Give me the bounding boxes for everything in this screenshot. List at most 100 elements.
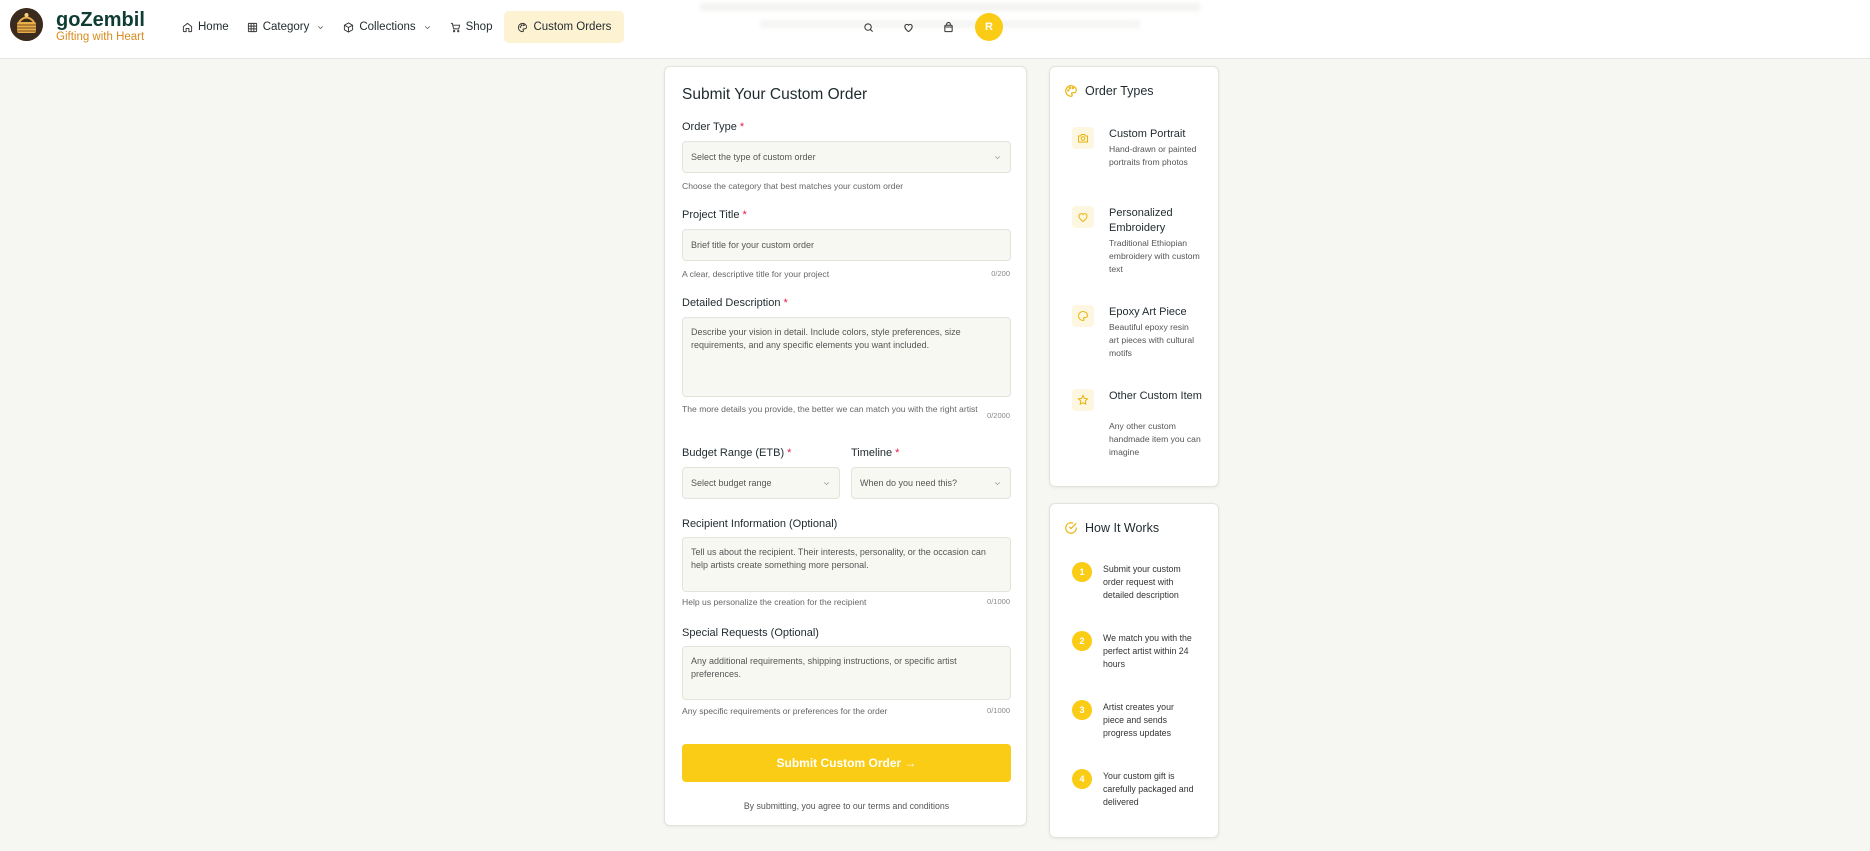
order-type-help: Choose the category that best matches yo… — [682, 181, 904, 191]
special-label: Special Requests (Optional) — [682, 627, 819, 639]
project-title-help: A clear, descriptive title for your proj… — [682, 269, 830, 279]
nav-home[interactable]: Home — [176, 11, 235, 43]
description-label: Detailed Description * — [682, 297, 788, 309]
step-text: Submit your custom order request with de… — [1103, 564, 1181, 600]
order-types-title-text: Order Types — [1085, 84, 1154, 98]
how-it-works-title: How It Works — [1064, 521, 1159, 535]
recipient-help: Help us personalize the creation for the… — [682, 597, 867, 607]
timeline-label: Timeline * — [851, 447, 899, 459]
step-number: 1 — [1072, 562, 1092, 582]
step-text: We match you with the perfect artist wit… — [1103, 633, 1192, 669]
top-header: goZembil Gifting with Heart Home Categor… — [0, 0, 1870, 59]
terms-text: By submitting, you agree to our terms an… — [743, 801, 950, 811]
order-types-title: Order Types — [1064, 84, 1154, 98]
project-title-label: Project Title * — [682, 209, 747, 221]
order-type-desc: Hand-drawn or painted portraits from pho… — [1109, 144, 1197, 167]
step-number: 2 — [1072, 631, 1092, 651]
nav-category[interactable]: Category — [241, 11, 332, 43]
avatar[interactable]: R — [975, 13, 1003, 41]
camera-icon — [1072, 127, 1094, 149]
nav-category-label: Category — [262, 21, 310, 33]
required-mark: * — [742, 209, 747, 221]
box-icon — [343, 21, 354, 33]
description-help: The more details you provide, the better… — [682, 404, 978, 414]
nav-collections[interactable]: Collections — [337, 11, 437, 43]
wishlist-button[interactable] — [893, 14, 923, 40]
recipient-textarea[interactable]: Tell us about the recipient. Their inter… — [682, 537, 1011, 592]
how-it-works-card: How It Works 1 Submit your custom order … — [1049, 503, 1219, 838]
required-mark: * — [739, 121, 745, 133]
submit-button[interactable]: Submit Custom Order → — [682, 744, 1011, 782]
heart-icon — [1072, 206, 1094, 228]
nav-home-label: Home — [198, 21, 229, 33]
order-types-card: Order Types Custom Portrait Hand-drawn o… — [1049, 66, 1219, 487]
description-textarea[interactable]: Describe your vision in detail. Include … — [682, 317, 1011, 397]
recipient-label: Recipient Information (Optional) — [682, 518, 838, 530]
description-label-text: Detailed Description — [682, 297, 781, 309]
chevron-down-icon — [822, 479, 831, 488]
step-text: Artist creates your piece and sends prog… — [1103, 702, 1174, 738]
order-type-desc: Traditional Ethiopian embroidery with cu… — [1109, 238, 1200, 274]
check-circle-icon — [1064, 521, 1078, 535]
home-icon — [182, 22, 193, 33]
search-icon — [863, 22, 874, 33]
custom-order-form: Submit Your Custom Order Order Type * Sel… — [664, 66, 1027, 826]
chevron-down-icon — [993, 153, 1002, 162]
nav-shop[interactable]: Shop — [444, 11, 499, 43]
palette-icon — [1072, 305, 1094, 327]
chevron-down-icon — [316, 23, 325, 32]
nav-shop-label: Shop — [465, 21, 493, 33]
order-type-name: Personalized Embroidery — [1109, 207, 1173, 234]
form-title: Submit Your Custom Order — [682, 86, 868, 103]
order-type-name: Epoxy Art Piece — [1109, 306, 1187, 318]
header-actions: R — [853, 13, 1003, 41]
palette-icon — [517, 22, 528, 33]
how-it-works-title-text: How It Works — [1085, 521, 1160, 535]
order-type-placeholder: Select the type of custom order — [691, 152, 816, 162]
project-title-label-text: Project Title — [682, 209, 740, 221]
budget-select[interactable]: Select budget range — [682, 467, 840, 499]
heart-icon — [903, 22, 914, 33]
nav-custom-orders-label: Custom Orders — [533, 21, 612, 33]
timeline-select[interactable]: When do you need this? — [851, 467, 1011, 499]
cart-icon — [450, 22, 461, 33]
brand-name: goZembil — [56, 9, 145, 31]
chevron-down-icon — [993, 479, 1002, 488]
bag-button[interactable] — [933, 14, 963, 40]
brand[interactable]: goZembil Gifting with Heart — [56, 9, 145, 44]
order-type-desc: Beautiful epoxy resin art pieces with cu… — [1109, 322, 1195, 358]
main-nav: Home Category Collections Shop Custom Or… — [176, 11, 630, 43]
description-count: 0/2000 — [987, 411, 1010, 420]
nav-collections-label: Collections — [359, 21, 416, 33]
order-type-desc: Any other custom handmade item you can i… — [1109, 421, 1201, 457]
budget-label-text: Budget Range (ETB) — [682, 447, 785, 459]
grid-icon — [247, 22, 258, 33]
required-mark: * — [783, 297, 788, 309]
palette-icon — [1064, 84, 1078, 98]
shopping-bag-icon — [943, 21, 954, 33]
special-help: Any specific requirements or preferences… — [682, 706, 888, 716]
order-type-label-text: Order Type — [682, 121, 737, 133]
special-textarea[interactable]: Any additional requirements, shipping in… — [682, 646, 1011, 700]
chevron-down-icon — [423, 23, 432, 32]
order-type-select[interactable]: Select the type of custom order — [682, 141, 1011, 173]
project-title-placeholder: Brief title for your custom order — [691, 240, 815, 250]
recipient-count: 0/1000 — [987, 597, 1010, 606]
order-type-name: Custom Portrait — [1109, 128, 1186, 140]
brand-tagline: Gifting with Heart — [56, 31, 145, 43]
recipient-placeholder: Tell us about the recipient. Their inter… — [691, 547, 986, 570]
required-mark: * — [787, 447, 792, 459]
special-count: 0/1000 — [987, 706, 1010, 715]
budget-label: Budget Range (ETB) * — [682, 447, 791, 459]
brand-logo[interactable] — [10, 8, 43, 41]
required-mark: * — [895, 447, 900, 459]
order-type-label: Order Type * — [682, 121, 744, 133]
budget-placeholder: Select budget range — [691, 478, 772, 488]
project-title-input[interactable]: Brief title for your custom order — [682, 229, 1011, 261]
step-number: 3 — [1072, 700, 1092, 720]
special-placeholder: Any additional requirements, shipping in… — [691, 656, 957, 679]
nav-custom-orders[interactable]: Custom Orders — [504, 11, 625, 43]
step-number: 4 — [1072, 769, 1092, 789]
search-button[interactable] — [853, 14, 883, 40]
timeline-placeholder: When do you need this? — [860, 478, 958, 488]
